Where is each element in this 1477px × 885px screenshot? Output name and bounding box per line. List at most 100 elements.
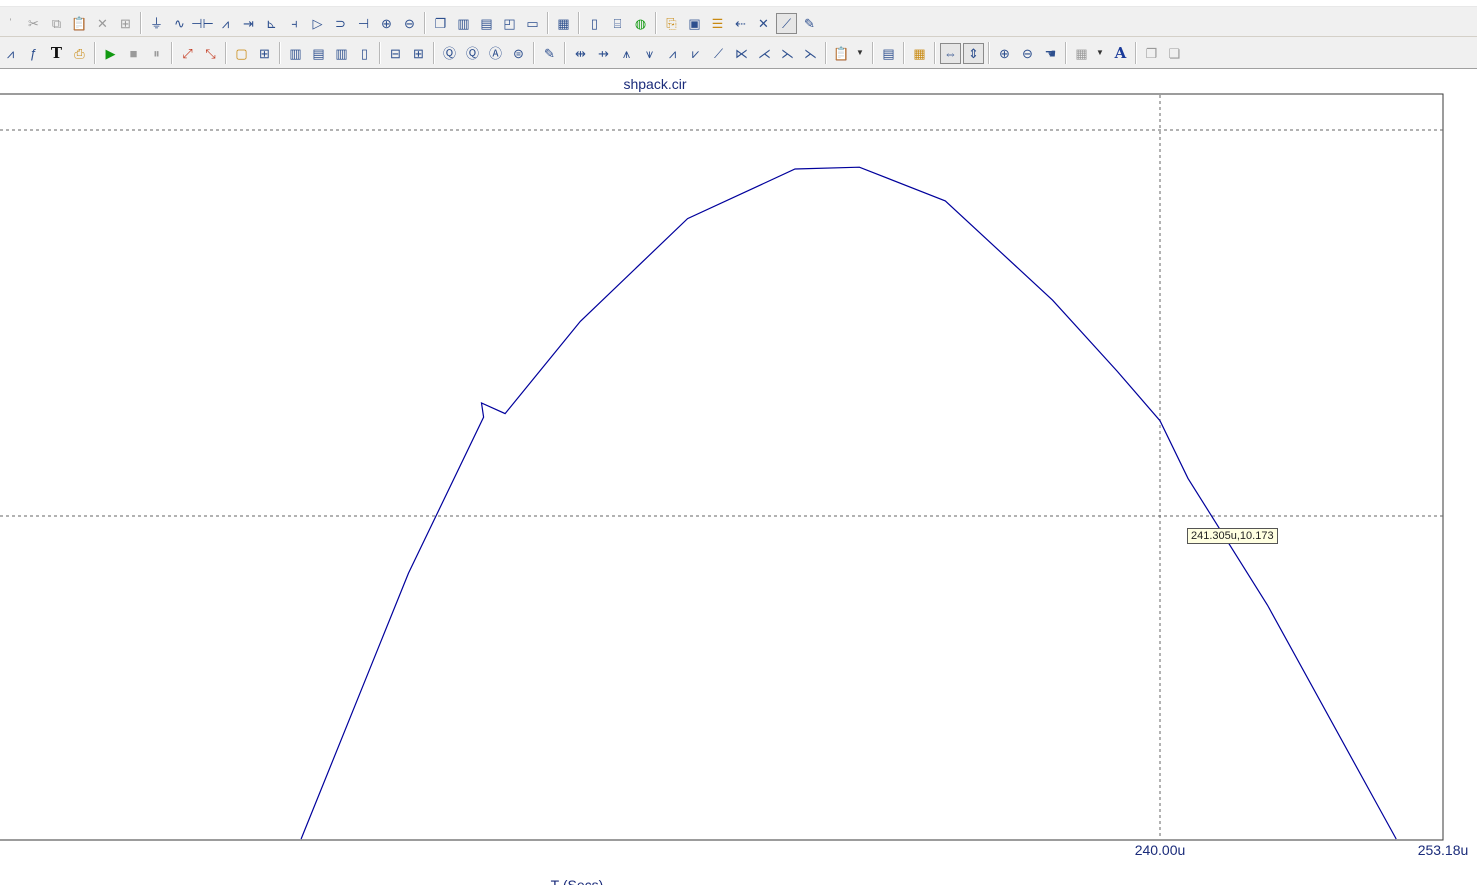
grid-1-icon[interactable]: ▥ [285, 43, 306, 64]
plot-title: shpack.cir [623, 76, 686, 92]
bring-front-icon[interactable]: ❐ [1141, 43, 1162, 64]
rectangle-icon[interactable]: ▢ [231, 43, 252, 64]
resistor-icon[interactable]: ⩘ [215, 13, 236, 34]
slope-icon[interactable]: ⋉ [731, 43, 752, 64]
cascade-windows-icon[interactable]: ❐ [430, 13, 451, 34]
high-icon[interactable]: ⩘ [662, 43, 683, 64]
dropdown-icon[interactable]: ▼ [854, 43, 866, 64]
layout-dropdown-icon[interactable]: ▼ [1094, 43, 1106, 64]
tile-horizontal-icon[interactable]: ▤ [476, 13, 497, 34]
peak-icon[interactable]: ⩚ [616, 43, 637, 64]
pan-icon[interactable]: ☚ [1040, 43, 1061, 64]
scope-icon[interactable]: ⩘ [0, 43, 21, 64]
zoom-icon[interactable]: Ⓠ [439, 43, 460, 64]
zoom-in-icon[interactable]: Ⓠ [462, 43, 483, 64]
transistor-icon[interactable]: ⊾ [261, 13, 282, 34]
font-icon[interactable]: A [1110, 43, 1131, 64]
toolbar-separator [225, 42, 227, 64]
zoom-fit-icon[interactable]: ⊜ [508, 43, 529, 64]
properties-icon[interactable]: ⊞ [115, 13, 136, 34]
tools-icon[interactable]: ✕ [753, 13, 774, 34]
cursor-next-icon[interactable]: ⇹ [570, 43, 591, 64]
plot-properties-icon[interactable]: ⎙ [69, 43, 90, 64]
zoom-out-icon[interactable]: Ⓐ [485, 43, 506, 64]
global-low-icon[interactable]: ⋋ [777, 43, 798, 64]
toolbar-separator [279, 42, 281, 64]
diode-icon[interactable]: ⇥ [238, 13, 259, 34]
stop-icon[interactable]: ■ [123, 43, 144, 64]
grid-icon[interactable]: ⊞ [254, 43, 275, 64]
fit-width-icon[interactable]: ⇔ [940, 42, 961, 64]
tile-vertical-icon[interactable]: ▥ [453, 13, 474, 34]
clipboard-icon[interactable]: 📋 [831, 43, 852, 64]
arrange-icon[interactable]: ◰ [499, 13, 520, 34]
calculator-icon[interactable]: ▦ [553, 13, 574, 34]
copy-icon[interactable]: ⧉ [46, 13, 67, 34]
current-source-icon[interactable]: ⊖ [399, 13, 420, 34]
window-icon[interactable]: ▭ [522, 13, 543, 34]
send-back-icon[interactable]: ❏ [1164, 43, 1185, 64]
magnify-minus-icon[interactable]: ⊖ [1017, 43, 1038, 64]
toolbar-separator [655, 12, 657, 34]
ground-icon[interactable]: ⏚ [146, 13, 167, 34]
toolbar-top-row: ˈ ✂ ⧉ 📋 ✕ ⊞ ⏚ ∿ ⊣⊢ ⩘ ⇥ ⊾ ⫞ ▷ ⊃ ⊣ ⊕ ⊖ ❐ ▥ ▤ ◰ ▭ ▦ ▯ ⌸ ◍ ⎘ ▣ ☰ ⇠ ✕ ⟋ ✎ [0, 11, 822, 35]
x-axis-title: T (Secs) [551, 877, 604, 885]
x-tick-label-253: 253.18u [1418, 842, 1469, 858]
scale-icon[interactable]: ⤢ [177, 43, 198, 64]
edit-icon[interactable]: ✎ [539, 43, 560, 64]
plot-icon[interactable]: ⟋ [776, 12, 797, 34]
voltage-source-icon[interactable]: ⊕ [376, 13, 397, 34]
numeric-icon[interactable]: ▦ [909, 43, 930, 64]
bottom-icon[interactable]: ⋋ [800, 43, 821, 64]
global-high-icon[interactable]: ⋌ [754, 43, 775, 64]
toolbar-separator [547, 12, 549, 34]
toolbar-separator [94, 42, 96, 64]
cut-icon[interactable]: ✂ [23, 13, 44, 34]
probe-icon[interactable]: ⎘ [661, 13, 682, 34]
toolbar-separator [578, 12, 580, 34]
edit-plot-icon[interactable]: ✎ [799, 13, 820, 34]
fit-height-icon[interactable]: ⇕ [963, 42, 984, 64]
battery-icon[interactable]: ⊣ [353, 13, 374, 34]
page-icon[interactable]: ▯ [584, 13, 605, 34]
wire-icon[interactable]: ∿ [169, 13, 190, 34]
list-icon[interactable]: ☰ [707, 13, 728, 34]
toolbar-separator [433, 42, 435, 64]
grid-2-icon[interactable]: ▤ [308, 43, 329, 64]
auto-scale-icon[interactable]: ⤡ [200, 43, 221, 64]
toolbar-separator [903, 42, 905, 64]
magnify-plus-icon[interactable]: ⊕ [994, 43, 1015, 64]
monitor-icon[interactable]: ▣ [684, 13, 705, 34]
layout-icon[interactable]: ▦ [1071, 43, 1092, 64]
plot-area[interactable]: shpack.cir 240.00u 253.18u T (Secs) [0, 70, 1477, 885]
component-browser-icon[interactable]: ⌸ [607, 13, 628, 34]
capacitor-icon[interactable]: ⊣⊢ [191, 13, 214, 34]
globe-icon[interactable]: ◍ [630, 13, 651, 34]
toolbar-separator [934, 42, 936, 64]
function-icon[interactable]: ƒ [23, 43, 44, 64]
low-icon[interactable]: ⩗ [685, 43, 706, 64]
horizontal-icon[interactable]: ⊟ [385, 43, 406, 64]
run-icon[interactable]: ▶ [100, 43, 121, 64]
node-icon[interactable]: ⇠ [730, 13, 751, 34]
paste-icon[interactable]: 📋 [69, 13, 90, 34]
valley-icon[interactable]: ⩛ [639, 43, 660, 64]
toolbar-separator [171, 42, 173, 64]
toolbar-separator [564, 42, 566, 64]
inductor-icon[interactable]: ⊃ [330, 13, 351, 34]
grid-4-icon[interactable]: ▯ [354, 43, 375, 64]
mosfet-icon[interactable]: ⫞ [284, 13, 305, 34]
data-table-icon[interactable]: ▤ [878, 43, 899, 64]
text-icon[interactable]: T [46, 43, 67, 64]
crosshair-icon[interactable]: ⊞ [408, 43, 429, 64]
grid-3-icon[interactable]: ▥ [331, 43, 352, 64]
cursor-prev-icon[interactable]: ⇸ [593, 43, 614, 64]
opamp-icon[interactable]: ▷ [307, 13, 328, 34]
toolbar-bottom: ⩘ ƒ T ⎙ ▶ ■ ⏸ ⤢ ⤡ ▢ ⊞ ▥ ▤ ▥ ▯ ⊟ ⊞ Ⓠ Ⓠ Ⓐ ⊜ ✎ ⇹ ⇸ ⩚ ⩛ ⩘ ⩗ ⟋ ⋉ ⋌ ⋋ ⋋ 📋 ▼ ▤ ▦ ⇔ ⇕ ⊕… [0, 37, 1477, 69]
select-arrow-icon[interactable]: ˈ [0, 13, 21, 34]
pause-icon[interactable]: ⏸ [146, 43, 167, 64]
toolbar-separator [872, 42, 874, 64]
delete-icon[interactable]: ✕ [92, 13, 113, 34]
toolbar-bottom-row: ⩘ ƒ T ⎙ ▶ ■ ⏸ ⤢ ⤡ ▢ ⊞ ▥ ▤ ▥ ▯ ⊟ ⊞ Ⓠ Ⓠ Ⓐ ⊜ ✎ ⇹ ⇸ ⩚ ⩛ ⩘ ⩗ ⟋ ⋉ ⋌ ⋋ ⋋ 📋 ▼ ▤ ▦ ⇔ ⇕ ⊕… [0, 41, 1187, 65]
inflection-icon[interactable]: ⟋ [708, 43, 729, 64]
